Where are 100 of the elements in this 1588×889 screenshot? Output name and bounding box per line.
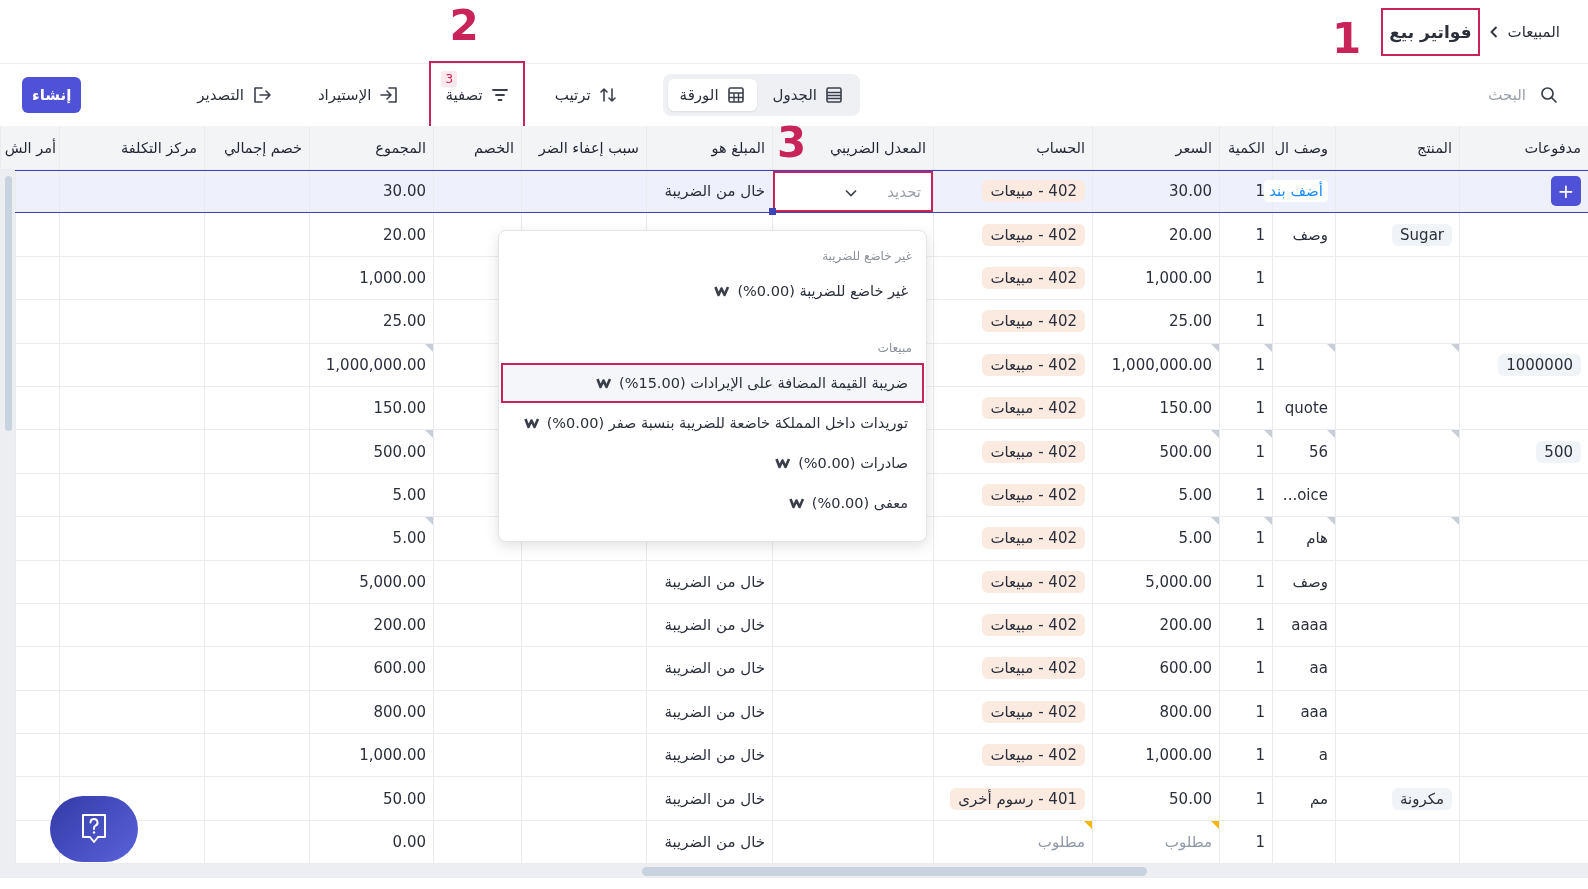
account-tag: 402 - مبيعات	[982, 614, 1085, 637]
view-tab[interactable]: الجدول	[760, 79, 855, 111]
table-cell: 5.00	[392, 485, 426, 504]
chevron-down-icon[interactable]	[845, 189, 857, 197]
table-cell: 56	[1308, 442, 1328, 461]
page-title: فواتير بيع	[1381, 7, 1480, 56]
column-header[interactable]: الكمية	[1228, 139, 1265, 156]
filter-icon	[490, 86, 509, 104]
table-cell: مم	[1309, 789, 1328, 808]
w-mark-icon	[788, 497, 805, 509]
table-cell: 200.00	[373, 616, 426, 635]
table-cell: 200.00	[1159, 616, 1212, 635]
column-header[interactable]: الخصم	[473, 139, 514, 156]
account-tag: 402 - مبيعات	[982, 527, 1085, 550]
w-mark-icon	[714, 285, 731, 297]
table-cell: 5.00	[392, 529, 426, 548]
table-cell: 1	[1255, 355, 1265, 374]
column-header[interactable]: خصم إجمالي	[223, 139, 302, 156]
table-cell: 500.00	[373, 442, 426, 461]
w-mark-icon	[775, 457, 792, 469]
annotation-number: 2	[449, 5, 479, 47]
sort-icon	[598, 86, 617, 104]
scrollbar-thumb[interactable]	[5, 176, 12, 431]
table-cell: 20.00	[1169, 225, 1212, 244]
table-cell: aa	[1309, 659, 1328, 678]
table-cell: 20.00	[383, 225, 426, 244]
column-header[interactable]: المجموع	[375, 139, 426, 156]
import-icon	[379, 86, 400, 104]
annotation-number: 1	[1332, 17, 1362, 60]
tax-rate-field[interactable]: تحديد	[773, 171, 933, 213]
table-cell: 5,000.00	[1145, 572, 1212, 591]
add-row-button[interactable]: +	[1551, 176, 1581, 207]
column-header[interactable]: المعدل الضريبي	[829, 139, 926, 156]
export-icon	[251, 86, 272, 104]
column-header[interactable]: أمر الش	[4, 139, 56, 156]
column-header[interactable]: الحساب	[1036, 139, 1085, 156]
account-tag: 402 - مبيعات	[982, 353, 1085, 376]
account-tag: 402 - مبيعات	[982, 657, 1085, 680]
table-cell: 1	[1255, 833, 1265, 852]
table-cell: 25.00	[383, 312, 426, 331]
account-tag: 402 - مبيعات	[982, 397, 1085, 420]
table-cell: 25.00	[1169, 312, 1212, 331]
table-cell: 1	[1255, 572, 1265, 591]
table-cell: خال من الضريبة	[664, 616, 765, 635]
table-cell: 1,000.00	[1145, 268, 1212, 287]
table-cell: 1	[1255, 746, 1265, 765]
table-cell: 1	[1255, 182, 1265, 201]
search-field[interactable]: البحث	[1464, 85, 1528, 105]
create-button[interactable]: إنشاء	[22, 77, 82, 113]
table-cell: خال من الضريبة	[664, 182, 765, 201]
table-cell: 600.00	[1159, 659, 1212, 678]
table-cell: 150.00	[373, 399, 426, 418]
table-cell: 50.00	[383, 789, 426, 808]
table-cell: 150.00	[1159, 399, 1212, 418]
required-marker	[1211, 820, 1219, 829]
table-cell: 30.00	[1169, 182, 1212, 201]
w-mark-icon	[595, 377, 612, 389]
sort-button[interactable]: ترتيب	[538, 61, 633, 129]
table-cell: 500.00	[1159, 442, 1212, 461]
account-tag: 402 - مبيعات	[982, 744, 1085, 767]
column-header[interactable]: سبب إعفاء الضر	[538, 139, 639, 156]
account-tag: 402 - مبيعات	[982, 223, 1085, 246]
product-tag: Sugar	[1392, 223, 1452, 246]
table-cell: a	[1318, 746, 1328, 765]
table-cell: 0.00	[392, 833, 426, 852]
table-cell: oice...	[1282, 485, 1328, 504]
view-tab[interactable]: الورقة	[667, 79, 757, 111]
scrollbar-thumb[interactable]	[642, 867, 1147, 876]
column-header[interactable]: مدفوعات	[1524, 139, 1581, 156]
table-cell: 1,000.00	[359, 268, 426, 287]
column-header[interactable]: المبلغ هو	[711, 139, 765, 156]
table-cell: 1	[1255, 442, 1265, 461]
payment-tag: 1000000	[1498, 353, 1581, 376]
table-cell: وصف	[1292, 225, 1328, 244]
annotation-number: 3	[777, 122, 807, 164]
list-icon	[825, 86, 843, 104]
table-cell: خال من الضريبة	[664, 789, 765, 808]
table-cell: quote	[1284, 399, 1328, 418]
column-header[interactable]: وصف ال	[1274, 139, 1328, 156]
dropdown-option[interactable]: توريدات داخل المملكة خاضعة للضريبة بنسبة صفر (0.00%)	[501, 403, 924, 443]
export-button[interactable]: التصدير	[181, 61, 288, 129]
table-cell: خال من الضريبة	[664, 659, 765, 678]
vertical-scrollbar[interactable]	[0, 170, 15, 864]
dropdown-option[interactable]: صادرات (0.00%)	[501, 443, 924, 483]
breadcrumb-link[interactable]: المبيعات	[1507, 22, 1560, 41]
dropdown-option[interactable]: ضريبة القيمة المضافة على الإيرادات (15.00%)	[501, 363, 924, 403]
column-header[interactable]: المنتج	[1417, 139, 1452, 156]
import-button[interactable]: الإستيراد	[301, 61, 416, 129]
column-header[interactable]: السعر	[1175, 139, 1212, 156]
table-cell: هام	[1306, 529, 1328, 548]
required-placeholder: مطلوب	[1164, 833, 1212, 852]
column-header[interactable]: مركز التكلفة	[120, 139, 197, 156]
table-cell: 1	[1255, 659, 1265, 678]
table-cell: 1,000.00	[359, 746, 426, 765]
chevron-left-icon	[1489, 25, 1498, 38]
table-cell: 1	[1255, 702, 1265, 721]
horizontal-scrollbar[interactable]	[0, 864, 1588, 878]
table-cell: 1	[1255, 268, 1265, 287]
table-cell: 1,000.00	[1145, 746, 1212, 765]
fill-handle[interactable]	[769, 208, 776, 216]
